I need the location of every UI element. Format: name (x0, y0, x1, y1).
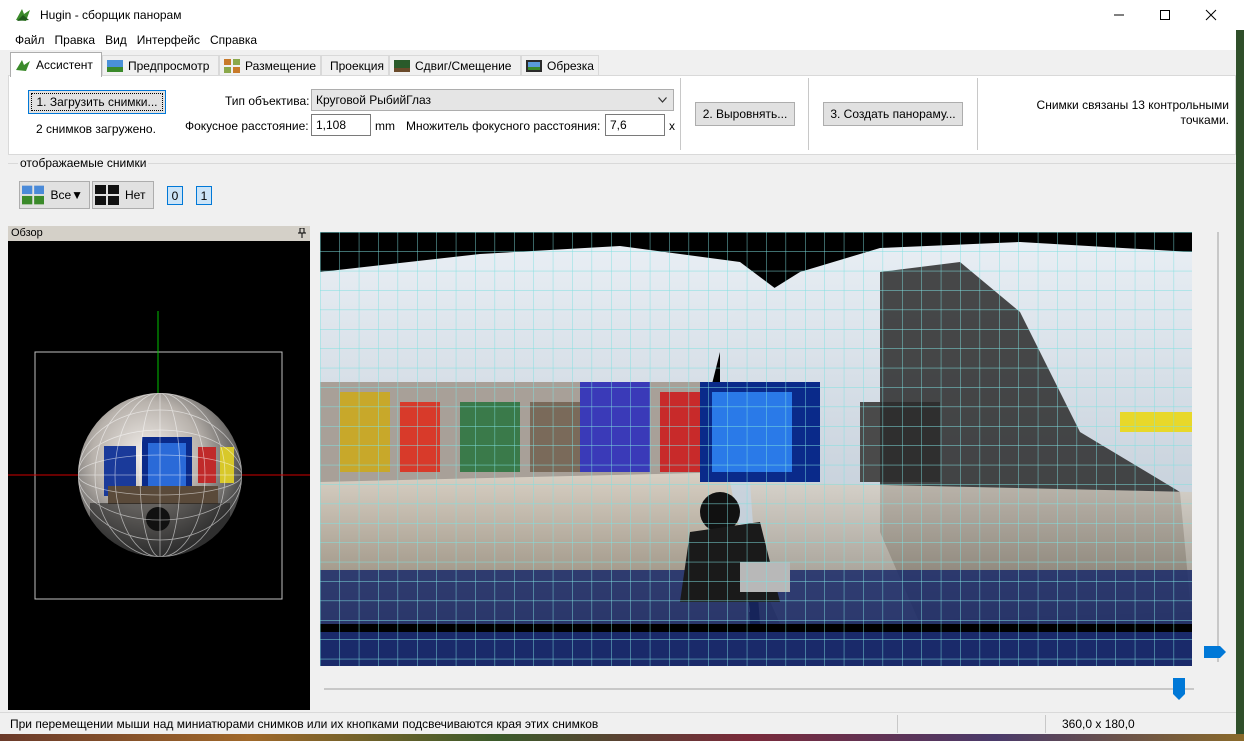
lens-type-select[interactable]: Круговой РыбийГлаз (311, 89, 674, 111)
chevron-down-icon (658, 97, 667, 103)
image-toggle-1[interactable]: 1 (196, 186, 212, 205)
tab-projection[interactable]: Проекция (321, 55, 389, 76)
hugin-icon (16, 9, 30, 21)
tab-label: Обрезка (547, 59, 594, 73)
group-border (8, 163, 1236, 164)
menu-file[interactable]: Файл (10, 33, 50, 47)
tab-move-drag[interactable]: Сдвиг/Смещение (389, 55, 521, 76)
all-images-icon (22, 185, 45, 205)
show-all-button[interactable]: Все▼ (19, 181, 90, 209)
preview-icon (107, 60, 123, 72)
maximize-button[interactable] (1142, 0, 1188, 30)
tab-label: Размещение (245, 59, 316, 73)
separator (897, 715, 898, 733)
crop-factor-input[interactable]: 7,6 (605, 114, 665, 136)
align-button[interactable]: 2. Выровнять... (695, 102, 795, 126)
close-button[interactable] (1188, 0, 1234, 30)
lens-type-label: Тип объектива: (225, 94, 310, 108)
crop-factor-label: Множитель фокусного расстояния: (406, 119, 601, 133)
tab-crop[interactable]: Обрезка (521, 55, 599, 76)
overview-sphere-view (8, 311, 310, 600)
horizontal-fov-slider[interactable] (324, 678, 1194, 704)
tab-label: Предпросмотр (128, 59, 210, 73)
menu-bar: Файл Правка Вид Интерфейс Справка (0, 30, 1244, 50)
slider-thumb[interactable] (1173, 678, 1186, 700)
assistant-panel: 1. Загрузить снимки... 2 снимков загруже… (8, 75, 1236, 155)
tab-label: Проекция (330, 59, 384, 73)
displayed-images-group: отображаемые снимки Все▼ Нет 0 1 (8, 156, 1236, 218)
tab-label: Ассистент (36, 58, 93, 72)
separator (808, 78, 809, 150)
crop-icon (526, 60, 542, 72)
control-points-info: Снимки связаны 13 контрольными точками. (1036, 98, 1229, 127)
no-images-icon (95, 185, 119, 205)
preview-grid (320, 232, 1192, 666)
layout-icon (224, 59, 240, 73)
image-toggle-0[interactable]: 0 (167, 186, 183, 205)
separator (1045, 715, 1046, 733)
load-images-button[interactable]: 1. Загрузить снимки... (28, 90, 166, 114)
overview-canvas[interactable] (8, 241, 310, 710)
minimize-icon (1114, 14, 1124, 16)
maximize-icon (1160, 10, 1170, 20)
title-bar: Hugin - сборщик панорам (0, 0, 1244, 30)
minimize-button[interactable] (1096, 0, 1142, 30)
separator (680, 78, 681, 150)
show-none-label: Нет (125, 188, 146, 202)
lens-type-value: Круговой РыбийГлаз (316, 93, 432, 107)
focal-length-unit: mm (375, 119, 395, 133)
focal-length-input[interactable]: 1,108 (311, 114, 371, 136)
hugin-icon (16, 60, 30, 71)
desktop-edge (1236, 30, 1244, 734)
tab-assistant[interactable]: Ассистент (10, 52, 102, 77)
panorama-preview[interactable] (320, 232, 1192, 666)
menu-view[interactable]: Вид (100, 33, 132, 47)
close-icon (1205, 9, 1217, 21)
tab-layout[interactable]: Размещение (219, 55, 321, 76)
pin-icon[interactable] (298, 228, 306, 238)
window-title: Hugin - сборщик панорам (40, 8, 182, 22)
tab-bar: Ассистент Предпросмотр Размещение Проекц… (0, 52, 1244, 77)
move-icon (394, 60, 410, 72)
tab-preview[interactable]: Предпросмотр (102, 55, 219, 76)
menu-edit[interactable]: Правка (50, 33, 101, 47)
crop-factor-unit: x (669, 119, 675, 133)
focal-length-label: Фокусное расстояние: (185, 119, 309, 133)
status-bar: При перемещении мыши над миниатюрами сни… (0, 712, 1244, 734)
displayed-images-caption: отображаемые снимки (18, 156, 149, 170)
slider-track (324, 688, 1194, 690)
loaded-status: 2 снимков загружено. (36, 122, 156, 136)
show-all-label: Все▼ (50, 188, 83, 202)
fov-readout: 360,0 x 180,0 (1062, 717, 1135, 731)
desktop-background (0, 734, 1244, 741)
overview-panel: Обзор (8, 226, 310, 710)
menu-help[interactable]: Справка (205, 33, 262, 47)
panorama-image (320, 232, 1192, 666)
slider-thumb[interactable] (1204, 645, 1226, 658)
preview-area (316, 226, 1236, 710)
slider-track (1217, 232, 1219, 662)
vertical-fov-slider[interactable] (1204, 232, 1226, 662)
menu-interface[interactable]: Интерфейс (132, 33, 205, 47)
show-none-button[interactable]: Нет (92, 181, 154, 209)
overview-title: Обзор (11, 227, 43, 239)
separator (977, 78, 978, 150)
tab-label: Сдвиг/Смещение (415, 59, 512, 73)
status-message: При перемещении мыши над миниатюрами сни… (10, 717, 599, 731)
create-panorama-button[interactable]: 3. Создать панораму... (823, 102, 963, 126)
overview-header: Обзор (8, 226, 310, 241)
